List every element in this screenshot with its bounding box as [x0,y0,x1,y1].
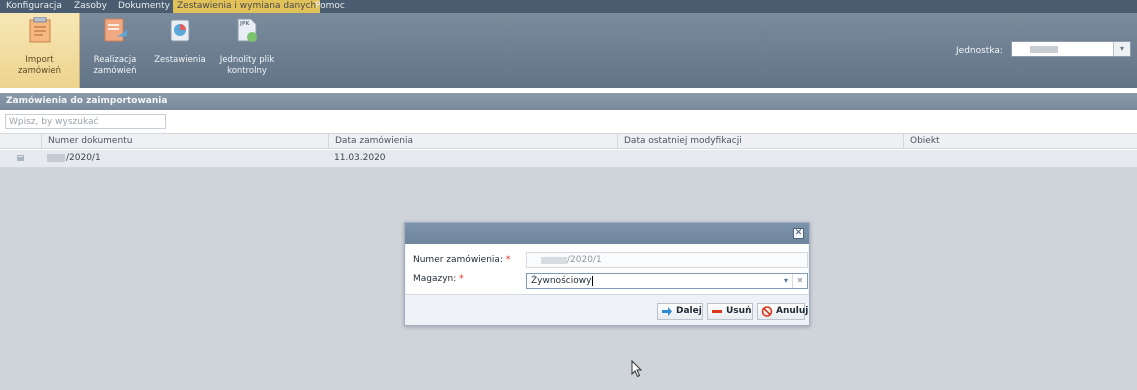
menu-item-zestawienia[interactable]: Zestawienia i wymiana danych [173,0,321,13]
menu-item-konfiguracja[interactable]: Konfiguracja [2,0,66,13]
jpk-button[interactable]: JPK Jednolity plik kontrolny [213,13,281,88]
remove-button[interactable]: Usuń [707,303,753,320]
column-header-object[interactable]: Obiekt [903,134,1137,148]
required-mark: * [459,274,464,284]
menu-item-pomoc[interactable]: Pomoc [311,0,349,13]
unit-label: Jednostka: [956,46,1003,56]
panel-title: Zamówienia do zaimportowania [0,93,1137,110]
import-dialog: ✕ Numer zamówienia: * /2020/1 Magazyn: *… [404,222,810,326]
search-input[interactable] [5,114,166,129]
cancel-icon [761,306,773,317]
chevron-down-icon[interactable]: ▾ [779,274,793,288]
app-window: Konfiguracja Zasoby Dokumenty Zestawieni… [0,0,1137,390]
cell-doc-number: /2020/1 [47,150,101,167]
next-button-label: Dalej [676,306,702,316]
order-number-value: /2020/1 [567,255,602,265]
column-header-modified[interactable]: Data ostatniej modyfikacji [617,134,903,148]
next-button[interactable]: Dalej [657,303,703,320]
clear-icon[interactable]: ✕ [792,274,807,288]
doc-number-redacted [47,153,65,162]
fulfill-orders-icon [104,18,127,42]
mouse-cursor-icon [631,360,643,378]
text-caret [592,276,594,286]
column-header-order-date[interactable]: Data zamówienia [328,134,617,148]
cancel-button[interactable]: Anuluj [757,303,809,320]
warehouse-value[interactable]: Żywnościowy [531,276,591,286]
import-orders-button[interactable]: Import zamówień [0,13,80,88]
order-number-redacted [541,257,567,264]
remove-button-label: Usuń [726,306,752,316]
warehouse-label: Magazyn: * [413,274,464,284]
cancel-button-label: Anuluj [776,306,809,316]
warehouse-combobox[interactable]: Żywnościowy ▾ ✕ [526,273,808,289]
jpk-label: Jednolity plik kontrolny [219,55,275,76]
grid-header: Numer dokumentu Data zamówienia Data ost… [0,133,1137,149]
fulfill-orders-label: Realizacja zamówień [93,55,137,76]
menu-item-zasoby[interactable]: Zasoby [70,0,111,13]
doc-number-text: /2020/1 [66,153,101,163]
order-number-label: Numer zamówienia: * [413,255,510,265]
cell-order-date: 11.03.2020 [334,153,386,163]
reports-icon [170,19,190,42]
close-icon[interactable]: ✕ [793,228,804,239]
top-menu-bar: Konfiguracja Zasoby Dokumenty Zestawieni… [0,0,1137,13]
import-orders-label: Import zamówień [17,55,62,76]
chevron-down-icon[interactable]: ▾ [1113,42,1130,56]
column-header-doc-number[interactable]: Numer dokumentu [41,134,328,148]
required-mark: * [505,255,511,265]
ribbon-toolbar: Import zamówień Realizacja zamówień Zest… [0,13,1137,88]
minus-icon [712,310,722,313]
import-orders-icon [29,17,50,43]
table-row[interactable]: /2020/1 11.03.2020 [0,150,1137,168]
row-document-icon [17,155,24,161]
reports-button[interactable]: Zestawienia [151,13,209,88]
dialog-footer: Dalej Usuń Anuluj [405,294,809,326]
dialog-titlebar[interactable]: ✕ [405,223,809,244]
warehouse-label-text: Magazyn: [413,274,457,284]
dialog-body: Numer zamówienia: * /2020/1 Magazyn: * Ż… [406,244,808,294]
unit-value-redacted [1030,46,1058,53]
menu-item-dokumenty[interactable]: Dokumenty [114,0,174,13]
unit-select[interactable]: ▾ [1011,41,1131,57]
arrow-right-icon [662,307,672,316]
grid-header-icon-col [0,134,41,148]
reports-label: Zestawienia [154,55,206,65]
jpk-badge: JPK [240,21,250,27]
fulfill-orders-button[interactable]: Realizacja zamówień [86,13,144,88]
order-number-label-text: Numer zamówienia: [413,255,503,265]
order-number-field: /2020/1 [526,252,808,268]
